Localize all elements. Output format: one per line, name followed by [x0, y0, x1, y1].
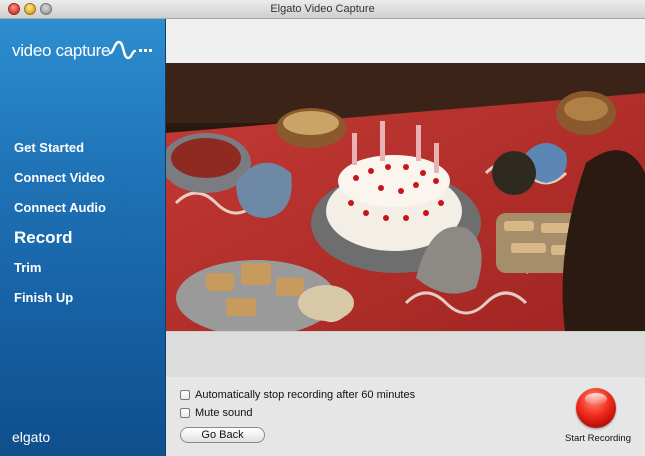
- nav-item-trim[interactable]: Trim: [14, 259, 106, 289]
- mute-sound-label: Mute sound: [195, 407, 253, 419]
- recording-controls: Automatically stop recording after 60 mi…: [166, 377, 645, 456]
- window-title: Elgato Video Capture: [270, 3, 375, 15]
- main-panel: Automatically stop recording after 60 mi…: [166, 19, 645, 456]
- top-panel: [166, 19, 645, 63]
- step-navigation: Get Started Connect Video Connect Audio …: [14, 139, 106, 319]
- sidebar: video capture Get Started Connect Video …: [0, 19, 166, 456]
- nav-item-connect-video[interactable]: Connect Video: [14, 169, 106, 199]
- auto-stop-checkbox[interactable]: [180, 390, 190, 400]
- start-recording-label: Start Recording: [564, 433, 631, 444]
- start-recording-button[interactable]: [576, 388, 616, 428]
- mute-sound-checkbox[interactable]: [180, 408, 190, 418]
- auto-stop-label: Automatically stop recording after 60 mi…: [195, 389, 416, 401]
- waveform-logo-icon: [108, 40, 152, 60]
- elgato-brand-logo: elgato: [12, 429, 51, 445]
- title-bar: Elgato Video Capture: [0, 0, 645, 19]
- preview-footer: [166, 331, 645, 377]
- app-logo-text: video capture: [12, 41, 111, 60]
- nav-item-finish-up[interactable]: Finish Up: [14, 289, 106, 319]
- auto-stop-checkbox-row[interactable]: Automatically stop recording after 60 mi…: [180, 389, 415, 401]
- mute-sound-checkbox-row[interactable]: Mute sound: [180, 407, 252, 419]
- go-back-button[interactable]: Go Back: [180, 427, 265, 443]
- video-frame-image: [166, 63, 645, 331]
- nav-item-get-started[interactable]: Get Started: [14, 139, 106, 169]
- nav-item-record[interactable]: Record: [14, 229, 106, 259]
- nav-item-connect-audio[interactable]: Connect Audio: [14, 199, 106, 229]
- video-preview: [166, 63, 645, 331]
